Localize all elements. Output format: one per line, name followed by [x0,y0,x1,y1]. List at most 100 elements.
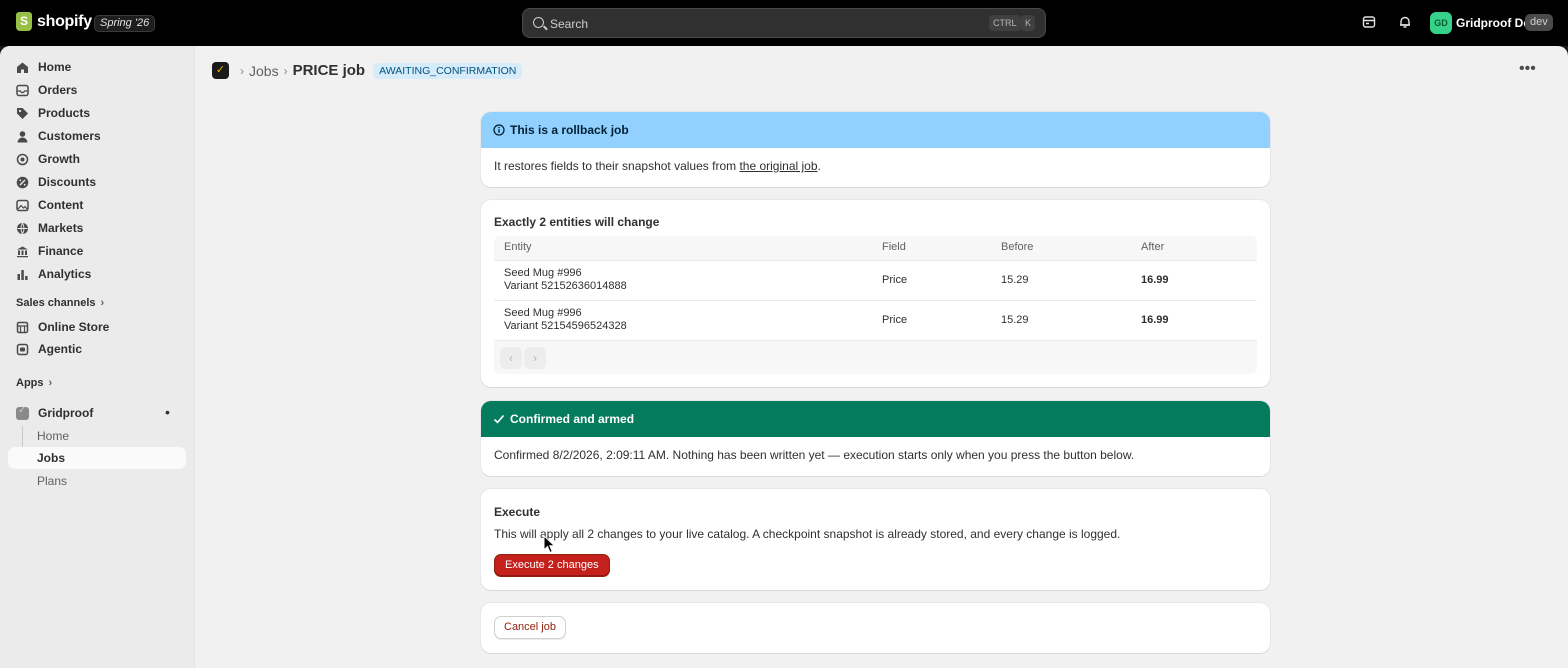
changes-card: Exactly 2 entities will change Entity Fi… [481,200,1270,387]
changes-title: Exactly 2 entities will change [494,215,660,229]
status-badge: AWAITING_CONFIRMATION [373,62,523,79]
more-actions-icon[interactable]: ••• [1519,60,1536,78]
search-input[interactable]: Search CTRL K [522,8,1046,38]
env-badge: dev [1525,14,1553,31]
sidebar: Home Orders Products Customers Growth Di… [0,46,195,668]
checkmark-icon [493,414,505,424]
sidebar-item-label: Growth [38,152,80,166]
sidebar-item-orders[interactable]: Orders [8,79,186,101]
previous-page-button[interactable]: ‹ [500,347,522,369]
sidebar-item-discounts[interactable]: Discounts [8,171,186,193]
rollback-banner-header: This is a rollback job [481,112,1270,148]
execute-description: This will apply all 2 changes to your li… [494,527,1121,541]
store-switch-icon[interactable] [1362,15,1376,29]
sidebar-item-label: Discounts [38,175,97,189]
sidebar-item-agentic[interactable]: Agentic [8,338,186,360]
table-row: Seed Mug #996 Variant 52154596524328 Pri… [494,300,1257,340]
sidebar-item-label: Agentic [38,342,83,356]
column-header-entity: Entity [504,241,532,253]
shopify-bag-icon [16,12,32,31]
sidebar-subitem-label: Home [37,429,70,443]
breadcrumb-jobs-link[interactable]: Jobs [249,63,279,79]
entity-name: Seed Mug #996 [504,267,582,279]
field-cell: Price [882,274,908,286]
sidebar-item-home[interactable]: Home [8,56,186,78]
execute-title: Execute [494,505,541,519]
column-header-field: Field [882,241,906,253]
app-check-icon[interactable]: ✓ [212,62,229,79]
banner-text: . [817,159,821,173]
cancel-job-button[interactable]: Cancel job [494,616,566,639]
sidebar-item-online-store[interactable]: Online Store [8,316,186,338]
agent-icon [16,343,29,355]
sidebar-item-label: Content [38,198,84,212]
chevron-right-icon: › [283,63,288,78]
before-cell: 15.29 [1001,314,1029,326]
sidebar-item-products[interactable]: Products [8,102,186,124]
admin-frame: Home Orders Products Customers Growth Di… [0,46,1568,668]
rollback-banner-body: It restores fields to their snapshot val… [481,148,1270,184]
chart-icon [17,269,28,280]
sidebar-subitem-jobs[interactable]: Jobs [8,447,186,469]
brand-name: shopify [37,12,92,30]
original-job-link[interactable]: the original job [739,159,817,173]
inbox-icon [16,84,29,96]
changes-table: Entity Field Before After Seed Mug #996 … [494,236,1257,374]
column-header-after: After [1141,241,1165,253]
sidebar-subitem-home[interactable]: Home [8,425,186,447]
bell-icon[interactable] [1398,15,1412,29]
confirmed-banner: Confirmed and armed Confirmed 8/2/2026, … [481,401,1270,476]
column-header-before: Before [1001,241,1034,253]
sidebar-item-gridproof[interactable]: Gridproof [8,402,186,424]
sidebar-item-content[interactable]: Content [8,194,186,216]
execute-changes-button[interactable]: Execute 2 changes [494,554,610,577]
sidebar-item-label: Online Store [38,320,110,334]
sidebar-subitem-plans[interactable]: Plans [8,470,186,492]
banner-title: This is a rollback job [510,123,629,137]
next-page-button[interactable]: › [524,347,546,369]
sales-channels-heading[interactable]: Sales channels › [16,297,104,309]
info-icon [493,124,505,136]
sidebar-item-label: Orders [38,83,78,97]
rollback-banner: This is a rollback job It restores field… [481,112,1270,187]
breadcrumb: ✓ › Jobs › PRICE job AWAITING_CONFIRMATI… [212,62,523,79]
sidebar-item-finance[interactable]: Finance [8,240,186,262]
after-cell: 16.99 [1141,314,1169,326]
sidebar-item-label: Home [38,60,72,74]
entity-variant: Variant 52154596524328 [504,320,627,332]
sidebar-item-label: Analytics [38,267,92,281]
pagination: ‹ › [494,340,1257,374]
section-title-text: Sales channels [16,297,96,309]
sidebar-item-growth[interactable]: Growth [8,148,186,170]
apps-heading[interactable]: Apps › [16,377,52,389]
avatar[interactable]: GD [1430,12,1452,34]
search-icon [533,17,544,28]
shortcut-ctrl-key: CTRL [989,15,1021,31]
mouse-cursor-icon [543,535,556,554]
sidebar-item-markets[interactable]: Markets [8,217,186,239]
banner-text: It restores fields to their snapshot val… [494,159,740,173]
after-cell: 16.99 [1141,274,1169,286]
gridproof-app-icon [16,405,29,420]
globe-icon [17,222,28,234]
sidebar-subitem-label: Jobs [37,451,66,465]
app-status-dot: • [165,404,170,420]
tag-icon [17,107,28,119]
chevron-right-icon: › [48,377,53,389]
sidebar-item-customers[interactable]: Customers [8,125,186,147]
sidebar-item-label: Markets [38,221,84,235]
field-cell: Price [882,314,908,326]
sidebar-item-label: Products [38,106,91,120]
table-header: Entity Field Before After [494,236,1257,260]
entity-name: Seed Mug #996 [504,307,582,319]
execute-card: Execute This will apply all 2 changes to… [481,489,1270,590]
before-cell: 15.29 [1001,274,1029,286]
shopify-logo[interactable]: shopify [16,12,92,31]
cancel-card: Cancel job [481,603,1270,653]
sidebar-item-label: Finance [38,244,84,258]
confirmed-banner-body: Confirmed 8/2/2026, 2:09:11 AM. Nothing … [494,448,1135,462]
confirmed-banner-header: Confirmed and armed [481,401,1270,437]
store-icon [16,321,29,333]
sidebar-item-analytics[interactable]: Analytics [8,263,186,285]
discount-icon [16,176,29,188]
